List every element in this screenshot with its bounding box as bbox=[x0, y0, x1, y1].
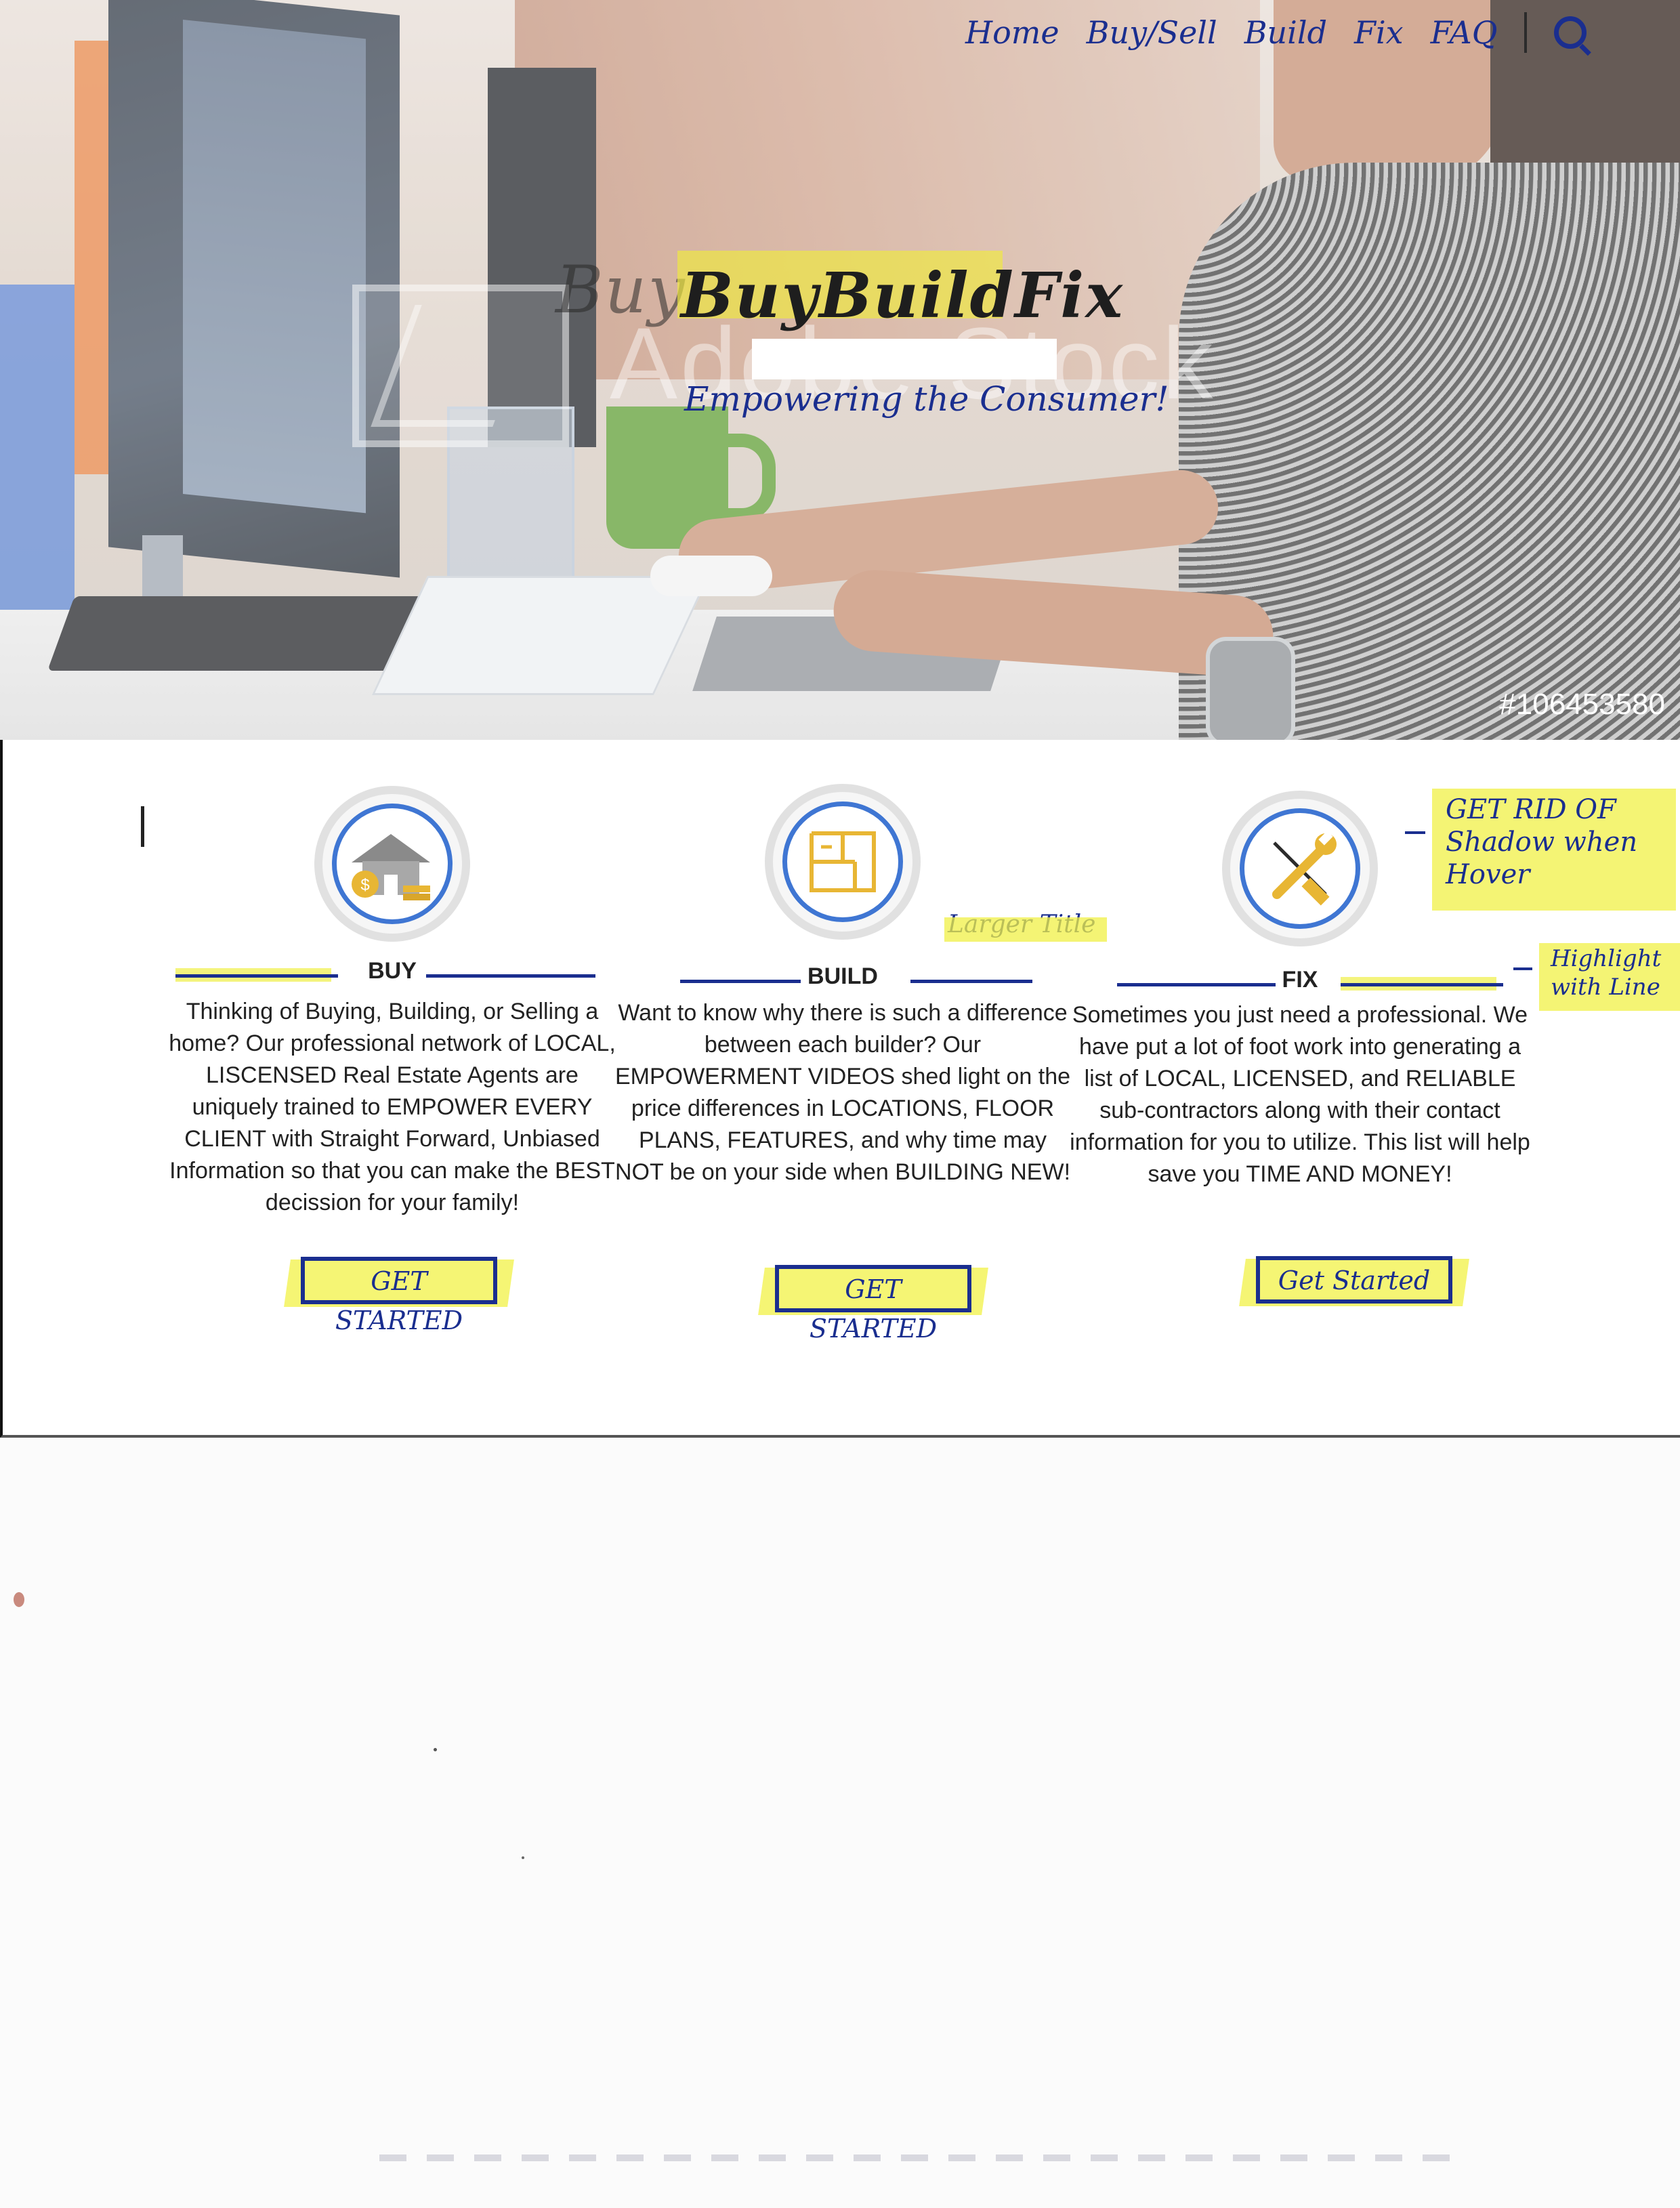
fix-description: Sometimes you just need a professional. … bbox=[1070, 1002, 1530, 1187]
scan-speck bbox=[434, 1748, 437, 1751]
fix-title-row: FIX bbox=[1070, 967, 1530, 1001]
buy-description: Thinking of Buying, Building, or Selling… bbox=[169, 999, 616, 1215]
nav-build[interactable]: Build bbox=[1244, 14, 1327, 51]
fix-title: FIX bbox=[1070, 967, 1530, 993]
highlight-note-line-2: with Line bbox=[1551, 974, 1660, 1001]
tagline: Empowering the Consumer! bbox=[684, 379, 1169, 419]
svg-text:$: $ bbox=[360, 876, 369, 894]
hero-banner: Adobe Stock Home Buy/Sell Build Fix FAQ … bbox=[0, 0, 1680, 740]
build-description: Want to know why there is such a differe… bbox=[614, 1000, 1071, 1185]
scan-mark bbox=[141, 806, 144, 847]
buy-title-row: BUY bbox=[162, 958, 623, 992]
tagline-placeholder bbox=[752, 339, 1057, 379]
buy-title: BUY bbox=[162, 958, 623, 984]
shadow-note-line-1: GET RID OF bbox=[1446, 794, 1616, 825]
house-money-icon: $ bbox=[352, 834, 430, 900]
fix-icon-ring[interactable] bbox=[1222, 791, 1378, 946]
build-title-row: BUILD bbox=[612, 963, 1073, 997]
nav-divider bbox=[1524, 12, 1528, 53]
build-get-started-wrap: GET STARTED bbox=[758, 1265, 988, 1343]
scan-speck bbox=[14, 1592, 24, 1607]
build-title: BUILD bbox=[612, 963, 1073, 990]
nav-buy-sell[interactable]: Buy/Sell bbox=[1087, 14, 1217, 51]
buy-get-started-button[interactable]: GET STARTED bbox=[301, 1257, 497, 1335]
buy-icon-ring[interactable]: $ bbox=[314, 786, 470, 942]
scan-bleed-line bbox=[379, 2154, 1463, 2161]
fix-get-started-wrap: Get Started bbox=[1239, 1256, 1469, 1310]
build-get-started-button[interactable]: GET STARTED bbox=[775, 1265, 971, 1343]
fix-get-started-button[interactable]: Get Started bbox=[1256, 1256, 1452, 1304]
shadow-note-line-2: Shadow when bbox=[1446, 827, 1638, 858]
tools-icon bbox=[1272, 831, 1337, 906]
nav-fix[interactable]: Fix bbox=[1354, 14, 1404, 51]
services-section: $ BUY Thinking of Buying, Building, or S… bbox=[0, 740, 1680, 1438]
search-icon[interactable] bbox=[1554, 16, 1587, 49]
brand-ghost-text: Buy bbox=[555, 252, 686, 328]
highlight-note-line-1: Highlight bbox=[1551, 945, 1662, 972]
nav-home[interactable]: Home bbox=[965, 14, 1059, 51]
adobe-stock-logo-icon bbox=[352, 285, 569, 447]
nav-faq[interactable]: FAQ bbox=[1431, 14, 1498, 51]
buy-get-started-wrap: GET STARTED bbox=[284, 1257, 514, 1335]
build-icon-ring[interactable] bbox=[765, 784, 921, 940]
top-nav: Home Buy/Sell Build Fix FAQ bbox=[965, 12, 1587, 53]
brand-logo[interactable]: BuyBuildFix bbox=[681, 259, 1124, 332]
scan-speck bbox=[522, 1856, 524, 1859]
floor-plan-icon bbox=[810, 831, 876, 892]
stock-image-id: #106453580 bbox=[1499, 688, 1665, 721]
shadow-note-line-3: Hover bbox=[1446, 859, 1530, 890]
